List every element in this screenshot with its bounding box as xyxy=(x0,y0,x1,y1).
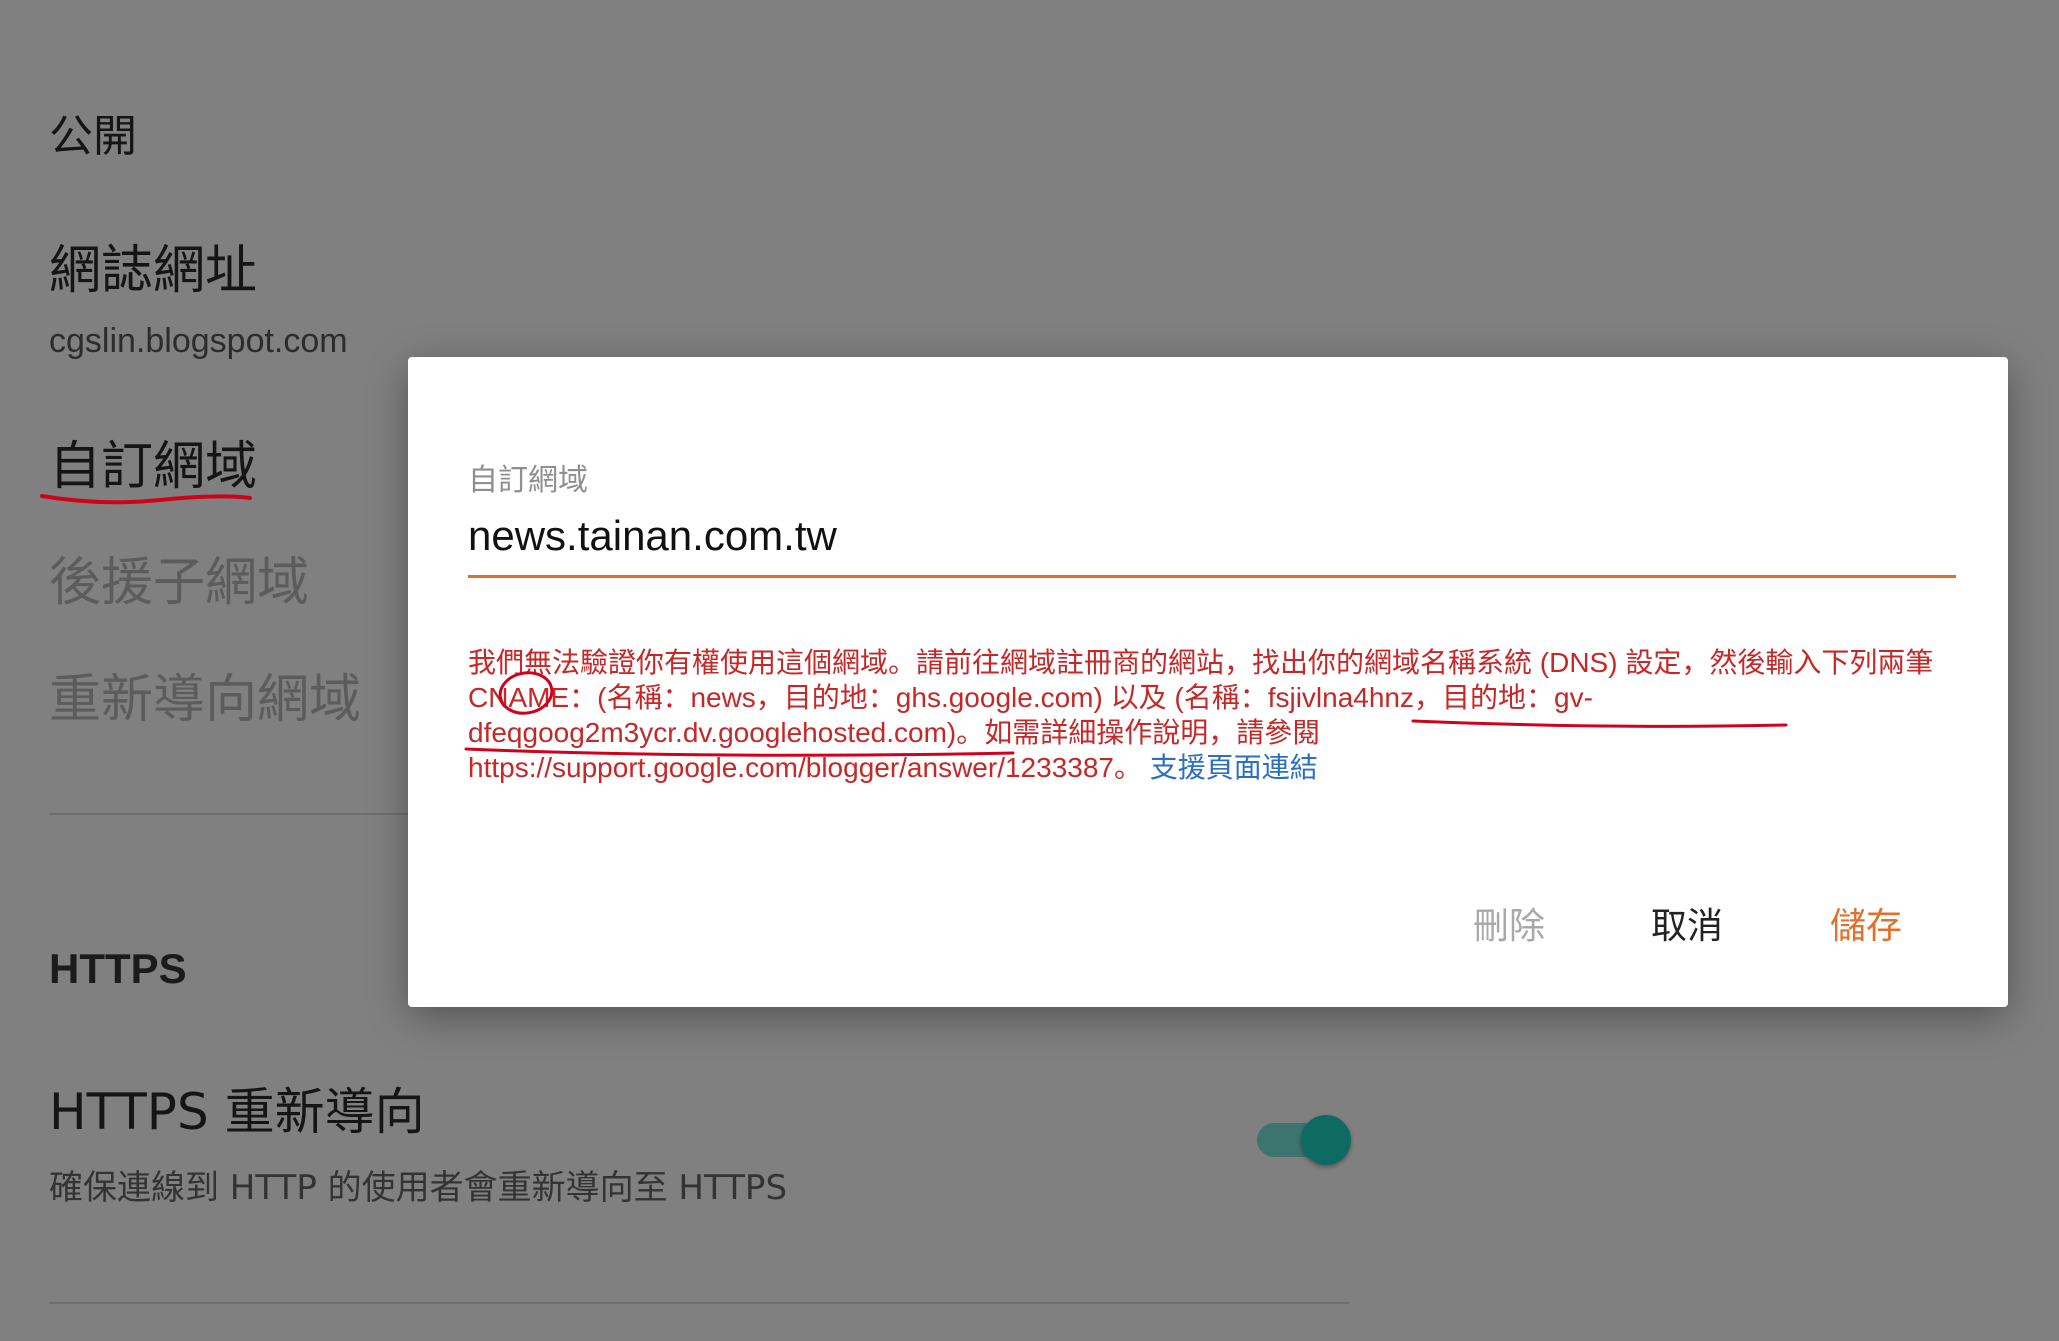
delete-button[interactable]: 刪除 xyxy=(1473,897,1545,949)
hand-drawn-underline xyxy=(40,494,252,505)
input-underline xyxy=(468,575,1956,578)
save-button[interactable]: 儲存 xyxy=(1830,897,1902,949)
cancel-button[interactable]: 取消 xyxy=(1651,897,1723,949)
https-redirect-heading: HTTPS 重新導向 xyxy=(49,1083,425,1141)
divider xyxy=(49,1302,1349,1304)
blog-address-heading[interactable]: 網誌網址 xyxy=(49,228,257,303)
visibility-heading[interactable]: 公開 xyxy=(49,100,137,164)
redirect-domain-item[interactable]: 重新導向網域 xyxy=(49,657,361,732)
https-redirect-description: 確保連線到 HTTP 的使用者會重新導向至 HTTPS xyxy=(49,1168,788,1208)
support-page-link[interactable]: 支援頁面連結 xyxy=(1150,752,1318,783)
domain-verification-error: 我們無法驗證你有權使用這個網域。請前往網域註冊商的網站，找出你的網域名稱系統 (… xyxy=(468,645,1948,785)
https-section-title: HTTPS xyxy=(49,945,187,992)
toggle-knob xyxy=(1301,1115,1351,1165)
https-redirect-toggle[interactable] xyxy=(1255,1115,1351,1165)
fallback-subdomain-item[interactable]: 後援子網域 xyxy=(49,540,309,615)
custom-domain-dialog: 自訂網域 news.tainan.com.tw 我們無法驗證你有權使用這個網域。… xyxy=(408,357,2008,1007)
blog-address-value: cgslin.blogspot.com xyxy=(49,322,348,360)
custom-domain-input[interactable]: news.tainan.com.tw xyxy=(468,512,837,560)
custom-domain-field-label: 自訂網域 xyxy=(468,463,588,498)
